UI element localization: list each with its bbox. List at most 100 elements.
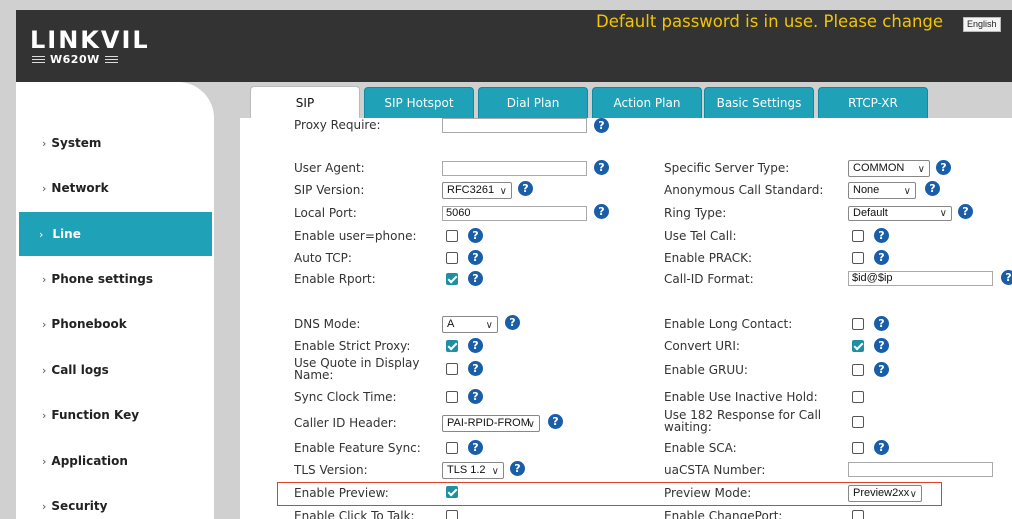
help-icon[interactable]: ? [510, 461, 525, 476]
convert-uri-checkbox[interactable] [852, 340, 864, 352]
sidebar-item-label: Network [51, 181, 109, 195]
help-icon[interactable]: ? [468, 250, 483, 265]
enable-click-to-talk-label: Enable Click To Talk: [294, 509, 415, 519]
tab-rtcp-xr[interactable]: RTCP-XR [818, 87, 928, 118]
enable-feature-sync-checkbox[interactable] [446, 442, 458, 454]
enable-preview-checkbox[interactable] [446, 486, 458, 498]
help-icon[interactable]: ? [874, 228, 889, 243]
language-select[interactable]: English [963, 17, 1001, 32]
help-icon[interactable]: ? [468, 389, 483, 404]
help-icon[interactable]: ? [468, 338, 483, 353]
help-icon[interactable]: ? [1001, 270, 1012, 285]
help-icon[interactable]: ? [505, 315, 520, 330]
use-182-response-checkbox[interactable] [852, 416, 864, 428]
caller-id-header-value: PAI-RPID-FROM [447, 417, 530, 429]
help-icon[interactable]: ? [874, 250, 889, 265]
enable-rport-label: Enable Rport: [294, 272, 376, 286]
user-agent-input[interactable] [442, 161, 587, 176]
anonymous-call-standard-select[interactable]: None ∨ [848, 182, 916, 199]
help-icon[interactable]: ? [594, 204, 609, 219]
enable-rport-checkbox[interactable] [446, 273, 458, 285]
chevron-down-icon: ∨ [499, 186, 507, 197]
convert-uri-label: Convert URI: [664, 339, 740, 353]
auto-tcp-label: Auto TCP: [294, 251, 352, 265]
sidebar-item-line[interactable]: › Line [19, 212, 212, 256]
sidebar-item-phone-settings[interactable]: › Phone settings [16, 257, 212, 301]
help-icon[interactable]: ? [594, 118, 609, 133]
use-quote-checkbox[interactable] [446, 363, 458, 375]
default-password-warning[interactable]: Default password is in use. Please chang… [596, 12, 943, 31]
ring-type-select[interactable]: Default ∨ [848, 206, 952, 221]
enable-long-contact-checkbox[interactable] [852, 318, 864, 330]
enable-sca-checkbox[interactable] [852, 442, 864, 454]
sidebar-item-function-key[interactable]: › Function Key [16, 393, 212, 437]
chevron-down-icon: ∨ [917, 164, 925, 175]
help-icon[interactable]: ? [468, 228, 483, 243]
help-icon[interactable]: ? [874, 316, 889, 331]
enable-gruu-checkbox[interactable] [852, 364, 864, 376]
help-icon[interactable]: ? [518, 181, 533, 196]
enable-changeport-checkbox[interactable] [852, 510, 864, 519]
tab-basic-settings[interactable]: Basic Settings [704, 87, 814, 118]
help-icon[interactable]: ? [468, 271, 483, 286]
call-id-format-input[interactable]: $id@$ip [848, 271, 993, 286]
help-icon[interactable]: ? [936, 160, 951, 175]
help-icon[interactable]: ? [874, 338, 889, 353]
enable-click-to-talk-checkbox[interactable] [446, 510, 458, 519]
sidebar-item-system[interactable]: › System [16, 121, 212, 165]
help-icon[interactable]: ? [958, 204, 973, 219]
tab-dial-plan[interactable]: Dial Plan [478, 87, 588, 118]
help-icon[interactable]: ? [594, 160, 609, 175]
sync-clock-time-checkbox[interactable] [446, 391, 458, 403]
tab-action-plan[interactable]: Action Plan [592, 87, 702, 118]
sip-version-value: RFC3261 [447, 184, 495, 196]
ring-type-label: Ring Type: [664, 206, 727, 220]
sidebar-item-network[interactable]: › Network [16, 166, 212, 210]
use-tel-call-label: Use Tel Call: [664, 229, 737, 243]
preview-mode-select[interactable]: Preview2xx ∨ [848, 485, 922, 502]
sidebar-item-label: System [51, 136, 102, 150]
enable-prack-checkbox[interactable] [852, 252, 864, 264]
sidebar-item-label: Phone settings [51, 272, 153, 286]
user-agent-label: User Agent: [294, 161, 365, 175]
enable-use-inactive-hold-checkbox[interactable] [852, 391, 864, 403]
enable-use-inactive-hold-label: Enable Use Inactive Hold: [664, 390, 818, 404]
specific-server-type-value: COMMON [853, 162, 905, 174]
uacsta-number-input[interactable] [848, 462, 993, 477]
enable-strict-proxy-checkbox[interactable] [446, 340, 458, 352]
chevron-right-icon: › [42, 363, 47, 377]
tab-sip[interactable]: SIP [250, 86, 360, 118]
help-icon[interactable]: ? [468, 361, 483, 376]
tab-sip-hotspot[interactable]: SIP Hotspot [364, 87, 474, 118]
local-port-input[interactable]: 5060 [442, 206, 587, 221]
chevron-down-icon: ∨ [485, 320, 493, 331]
caller-id-header-select[interactable]: PAI-RPID-FROM ∨ [442, 415, 540, 432]
help-icon[interactable]: ? [925, 181, 940, 196]
enable-feature-sync-label: Enable Feature Sync: [294, 441, 421, 455]
tls-version-select[interactable]: TLS 1.2 ∨ [442, 462, 504, 479]
sidebar-item-label: Security [51, 499, 108, 513]
help-icon[interactable]: ? [874, 362, 889, 377]
sip-version-select[interactable]: RFC3261 ∨ [442, 182, 512, 199]
enable-user-phone-checkbox[interactable] [446, 230, 458, 242]
sidebar-item-application[interactable]: › Application [16, 439, 212, 483]
enable-strict-proxy-label: Enable Strict Proxy: [294, 339, 411, 353]
enable-long-contact-label: Enable Long Contact: [664, 317, 793, 331]
sidebar-item-label: Call logs [51, 363, 109, 377]
use-182-response-label: Use 182 Response for Call waiting: [664, 408, 822, 434]
help-icon[interactable]: ? [548, 414, 563, 429]
help-icon[interactable]: ? [468, 440, 483, 455]
auto-tcp-checkbox[interactable] [446, 252, 458, 264]
sidebar-item-security[interactable]: › Security [16, 484, 212, 519]
use-tel-call-checkbox[interactable] [852, 230, 864, 242]
sidebar-item-phonebook[interactable]: › Phonebook [16, 302, 212, 346]
dns-mode-select[interactable]: A ∨ [442, 316, 498, 333]
help-icon[interactable]: ? [874, 440, 889, 455]
proxy-require-input[interactable] [442, 118, 587, 133]
caller-id-header-label: Caller ID Header: [294, 416, 397, 430]
chevron-down-icon: ∨ [491, 466, 499, 477]
sip-version-label: SIP Version: [294, 183, 365, 197]
sidebar-item-call-logs[interactable]: › Call logs [16, 348, 212, 392]
tls-version-value: TLS 1.2 [447, 464, 486, 476]
specific-server-type-select[interactable]: COMMON ∨ [848, 160, 930, 177]
